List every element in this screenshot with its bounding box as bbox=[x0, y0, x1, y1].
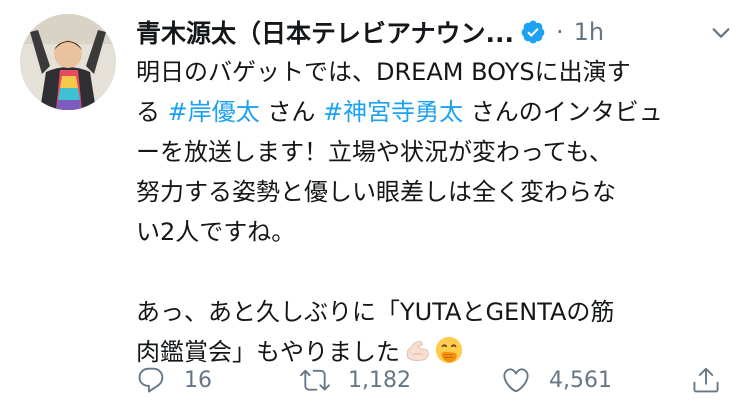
tweet-text-line: 明日のバゲットでは、DREAM BOYSに出演す bbox=[136, 58, 631, 86]
hashtag-link[interactable]: #岸優太 bbox=[168, 98, 260, 126]
tweet-text-line: 努力する姿勢と優しい眼差しは全く変わらな bbox=[136, 178, 616, 206]
tweet-text-line: い2人ですね。 bbox=[136, 218, 296, 246]
tweet-text-line: あっ、あと久しぶりに「YUTAとGENTAの筋 bbox=[136, 298, 615, 326]
avatar[interactable] bbox=[20, 14, 116, 110]
verified-badge-icon bbox=[521, 20, 545, 44]
like-button[interactable]: 4,561 bbox=[501, 360, 612, 400]
retweet-icon bbox=[300, 369, 330, 391]
text-segment: る bbox=[136, 98, 168, 126]
header-separator: · bbox=[556, 18, 564, 46]
tweet-text-line: ーを放送します！立場や状況が変わっても、 bbox=[136, 138, 613, 166]
retweet-button[interactable]: 1,182 bbox=[300, 360, 411, 400]
text-segment: さん bbox=[259, 98, 324, 126]
share-button[interactable] bbox=[691, 360, 739, 400]
like-count: 4,561 bbox=[549, 367, 612, 393]
chevron-down-icon[interactable] bbox=[710, 22, 732, 44]
reply-button[interactable]: 16 bbox=[136, 360, 212, 400]
tweet-text: 明日のバゲットでは、DREAM BOYSに出演す る #岸優太 さん #神宮寺勇… bbox=[136, 52, 726, 372]
heart-icon bbox=[503, 368, 529, 393]
avatar-photo bbox=[20, 14, 116, 110]
timestamp[interactable]: 1h bbox=[574, 18, 604, 46]
reply-count: 16 bbox=[184, 367, 212, 393]
retweet-count: 1,182 bbox=[348, 367, 411, 393]
text-segment: さんのインタビュ bbox=[463, 98, 663, 126]
author-name[interactable]: 青木源太（日本テレビアナウン... bbox=[136, 14, 514, 50]
tweet-text-line: る #岸優太 さん #神宮寺勇太 さんのインタビュ bbox=[136, 92, 726, 132]
tweet-actions: 16 1,182 4,561 bbox=[136, 360, 736, 400]
hashtag-link[interactable]: #神宮寺勇太 bbox=[323, 98, 463, 126]
share-icon bbox=[693, 367, 719, 393]
reply-icon bbox=[138, 367, 164, 393]
tweet-header: 青木源太（日本テレビアナウン... · 1h bbox=[136, 10, 736, 54]
